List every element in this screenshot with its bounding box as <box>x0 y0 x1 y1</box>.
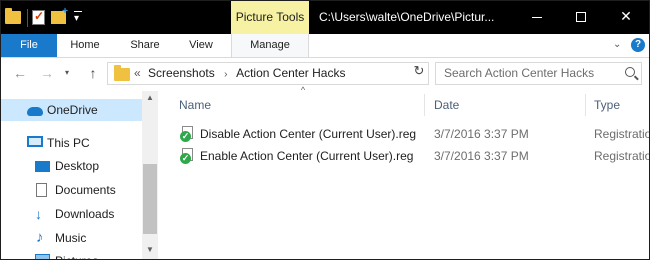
file-name: Enable Action Center (Current User).reg <box>200 149 414 163</box>
breadcrumb-overflow-icon[interactable]: « <box>134 66 141 80</box>
expand-ribbon-icon[interactable]: ⌄ <box>613 38 625 52</box>
picture-tools-context-tab: Picture Tools <box>231 1 309 34</box>
breadcrumb-screenshots[interactable]: Screenshots <box>148 66 215 80</box>
desktop-icon <box>35 161 50 172</box>
ribbon-tabs: File Home Share View Manage ⌄ ? <box>1 34 649 58</box>
breadcrumb: « Screenshots › Action Center Hacks <box>134 63 345 84</box>
address-bar[interactable]: « Screenshots › Action Center Hacks ⌄ <box>107 62 507 85</box>
column-header-name[interactable]: Name <box>179 94 211 116</box>
file-type: Registration <box>594 149 649 163</box>
check-badge-icon: ✓ <box>180 153 191 164</box>
tab-share[interactable]: Share <box>117 34 173 57</box>
check-badge-icon: ✓ <box>180 131 191 142</box>
up-button[interactable]: ↑ <box>84 63 102 83</box>
maximize-icon <box>576 12 586 23</box>
minimize-button[interactable] <box>514 1 560 34</box>
column-divider[interactable] <box>585 94 586 116</box>
customize-line-icon <box>74 11 82 12</box>
file-name: Disable Action Center (Current User).reg <box>200 127 417 141</box>
customize-toolbar-dropdown[interactable]: ▾ <box>74 11 82 24</box>
sidebar-item-onedrive[interactable]: OneDrive <box>1 99 142 121</box>
search-icon[interactable] <box>625 67 635 77</box>
sidebar-item-downloads[interactable]: ↓ Downloads <box>1 203 142 225</box>
scroll-down-icon[interactable]: ▼ <box>142 243 158 257</box>
window-title: C:\Users\walte\OneDrive\Pictur... <box>319 10 495 24</box>
column-header-type[interactable]: Type <box>594 94 620 116</box>
file-date: 3/7/2016 3:37 PM <box>434 127 529 141</box>
music-icon: ♪ <box>36 229 44 246</box>
registry-file-icon: ✓ <box>180 126 194 142</box>
search-input[interactable]: Search Action Center Hacks <box>444 63 594 84</box>
tab-home[interactable]: Home <box>59 34 111 57</box>
scrollbar-thumb[interactable] <box>143 164 157 234</box>
folder-icon <box>114 65 130 81</box>
file-row[interactable]: ✓ Enable Action Center (Current User).re… <box>176 145 649 167</box>
tab-view[interactable]: View <box>175 34 227 57</box>
properties-icon[interactable] <box>32 9 45 25</box>
folder-icon <box>5 8 21 24</box>
sidebar-item-label: Documents <box>55 183 116 197</box>
column-header-date[interactable]: Date <box>434 94 459 116</box>
title-bar: ▾ Picture Tools C:\Users\walte\OneDrive\… <box>1 1 649 34</box>
file-type: Registration <box>594 127 649 141</box>
new-folder-icon[interactable] <box>51 6 68 24</box>
navigation-pane: OneDrive This PC Desktop Documents ↓ Dow… <box>1 91 158 259</box>
documents-icon <box>36 183 47 197</box>
file-row[interactable]: ✓ Disable Action Center (Current User).r… <box>176 123 649 145</box>
maximize-button[interactable] <box>558 1 604 34</box>
file-explorer-window: ▾ Picture Tools C:\Users\walte\OneDrive\… <box>0 0 650 260</box>
navigation-bar: ← → ▾ ↑ « Screenshots › Action Center Ha… <box>1 59 649 89</box>
scroll-up-icon[interactable]: ▲ <box>142 91 158 105</box>
quick-access-toolbar: ▾ <box>5 1 82 34</box>
sidebar-item-label: This PC <box>47 136 90 150</box>
registry-file-icon: ✓ <box>180 148 194 164</box>
navigation-pane-scrollbar[interactable]: ▲ ▼ <box>142 91 158 259</box>
close-icon: ✕ <box>620 8 632 24</box>
forward-button[interactable]: → <box>38 63 56 83</box>
breadcrumb-separator-icon[interactable]: › <box>224 69 227 80</box>
back-button[interactable]: ← <box>11 63 29 83</box>
breadcrumb-action-center-hacks[interactable]: Action Center Hacks <box>236 66 345 80</box>
sort-ascending-icon: ^ <box>300 85 306 95</box>
sidebar-item-label: Downloads <box>55 207 115 221</box>
tab-manage[interactable]: Manage <box>231 34 309 57</box>
close-button[interactable]: ✕ <box>603 1 649 34</box>
recent-locations-button[interactable]: ▾ <box>62 63 72 83</box>
sidebar-item-label: Desktop <box>55 159 100 173</box>
sidebar-item-label: OneDrive <box>47 103 98 117</box>
help-icon[interactable]: ? <box>631 38 645 52</box>
toolbar-divider <box>27 8 28 27</box>
sidebar-item-label: Pictures <box>55 250 98 259</box>
sidebar-item-this-pc[interactable]: This PC <box>1 132 142 154</box>
sidebar-item-documents[interactable]: Documents <box>1 179 142 201</box>
file-list: ^ Name Date Type ✓ Disable Action Center… <box>166 85 649 259</box>
tab-file[interactable]: File <box>1 34 57 57</box>
onedrive-cloud-icon <box>27 107 43 116</box>
sidebar-item-label: Music <box>55 231 87 245</box>
file-date: 3/7/2016 3:37 PM <box>434 149 529 163</box>
sidebar-item-music[interactable]: ♪ Music <box>1 227 142 249</box>
this-pc-icon <box>27 136 43 147</box>
column-divider[interactable] <box>424 94 425 116</box>
refresh-icon[interactable]: ↻ <box>411 62 427 79</box>
downloads-icon: ↓ <box>35 206 42 222</box>
pictures-icon <box>35 254 50 259</box>
search-box[interactable]: Search Action Center Hacks <box>435 62 642 85</box>
sidebar-item-pictures[interactable]: Pictures <box>1 250 142 259</box>
minimize-icon <box>532 16 542 18</box>
sidebar-item-desktop[interactable]: Desktop <box>1 155 142 177</box>
